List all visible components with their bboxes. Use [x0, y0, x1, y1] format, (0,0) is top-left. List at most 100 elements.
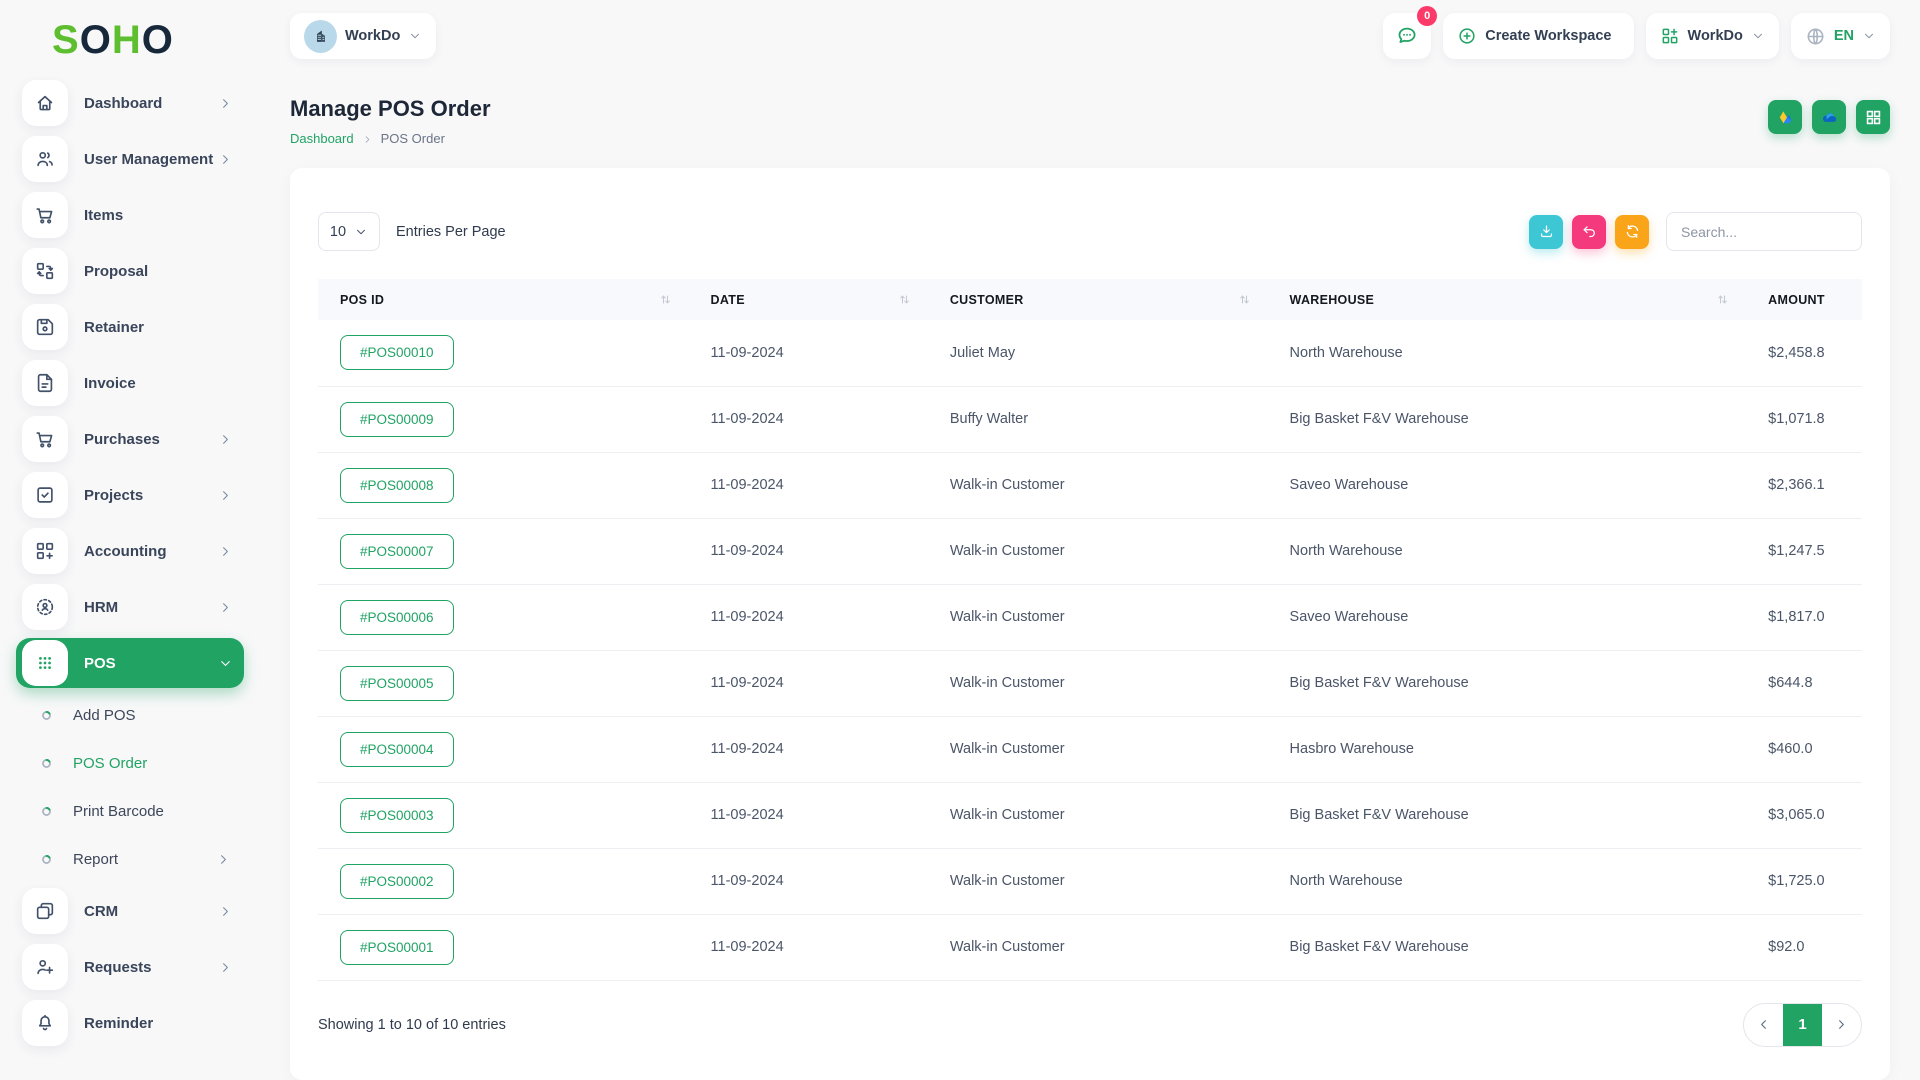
column-header-label: POS ID: [340, 292, 385, 307]
column-header-amount[interactable]: AMOUNT: [1746, 279, 1862, 320]
date-cell: 11-09-2024: [688, 848, 928, 915]
column-header-warehouse[interactable]: WAREHOUSE: [1267, 279, 1747, 320]
pos-id-link[interactable]: #POS00001: [340, 929, 454, 965]
search-input[interactable]: [1666, 212, 1862, 251]
warehouse-cell: North Warehouse: [1267, 518, 1747, 585]
column-header-pos-id[interactable]: POS ID: [318, 279, 689, 320]
sidebar-item-label: HRM: [84, 598, 119, 616]
apps-grid-white-button[interactable]: [1856, 100, 1890, 134]
pos-id-cell: #POS00009: [318, 386, 689, 453]
bullet-icon: [40, 757, 53, 770]
customer-cell: Walk-in Customer: [927, 782, 1268, 849]
sidebar-item-projects[interactable]: Projects: [16, 470, 244, 520]
pos-id-link[interactable]: #POS00009: [340, 401, 454, 437]
sidebar-nav: Dashboard User Management Items Proposal…: [16, 78, 244, 1054]
sidebar-item-accounting[interactable]: Accounting: [16, 526, 244, 576]
app-root: SOHO Dashboard User Management Items Pro…: [0, 0, 1920, 1080]
sidebar-item-pos[interactable]: POS: [16, 638, 244, 688]
chevron-right-icon: [218, 903, 234, 919]
sidebar-item-label: POS Order: [73, 754, 148, 772]
sidebar-item-proposal[interactable]: Proposal: [16, 246, 244, 296]
accounting-icon: [22, 528, 68, 574]
table-row: #POS00001 11-09-2024 Walk-in Customer Bi…: [318, 914, 1862, 981]
table-body: #POS00010 11-09-2024 Juliet May North Wa…: [318, 320, 1862, 981]
pos-id-link[interactable]: #POS00010: [340, 335, 454, 371]
apps-menu-button[interactable]: WorkDo: [1645, 13, 1779, 59]
google-drive-button[interactable]: [1768, 100, 1802, 134]
sidebar: SOHO Dashboard User Management Items Pro…: [0, 0, 260, 1080]
pos-id-link[interactable]: #POS00004: [340, 731, 454, 767]
sidebar-item-purchases[interactable]: Purchases: [16, 414, 244, 464]
pos-id-link[interactable]: #POS00005: [340, 665, 454, 701]
sidebar-item-label: Projects: [84, 486, 144, 504]
next-page-button[interactable]: [1822, 1004, 1861, 1046]
sidebar-item-invoice[interactable]: Invoice: [16, 358, 244, 408]
undo-button[interactable]: [1572, 214, 1606, 249]
plus-circle-icon: [1457, 26, 1477, 46]
sort-icon[interactable]: [897, 292, 912, 307]
sidebar-item-retainer[interactable]: Retainer: [16, 302, 244, 352]
pos-id-link[interactable]: #POS00006: [340, 599, 454, 635]
sidebar-item-label: Dashboard: [84, 94, 163, 112]
onedrive-icon: [1820, 108, 1839, 127]
sidebar-item-requests[interactable]: Requests: [16, 942, 244, 992]
soho-logo[interactable]: SOHO: [16, 14, 244, 78]
sidebar-item-items[interactable]: Items: [16, 190, 244, 240]
chevron-down-icon: [1862, 29, 1876, 43]
column-header-date[interactable]: DATE: [688, 279, 928, 320]
download-icon: [1538, 223, 1555, 240]
messages-button[interactable]: 0: [1383, 6, 1438, 59]
download-button[interactable]: [1529, 214, 1563, 249]
sort-icon[interactable]: [1237, 292, 1252, 307]
sidebar-item-reminder[interactable]: Reminder: [16, 998, 244, 1048]
pos-id-link[interactable]: #POS00007: [340, 533, 454, 569]
table-row: #POS00010 11-09-2024 Juliet May North Wa…: [318, 320, 1862, 387]
sidebar-item-label: Invoice: [84, 374, 136, 392]
entries-per-page-select[interactable]: 10: [318, 212, 380, 251]
date-cell: 11-09-2024: [688, 584, 928, 651]
sidebar-item-label: CRM: [84, 902, 119, 920]
workspace-selector[interactable]: WorkDo: [290, 13, 437, 59]
retainer-icon: [22, 304, 68, 350]
warehouse-cell: Saveo Warehouse: [1267, 452, 1747, 519]
sidebar-item-add-pos[interactable]: Add POS: [16, 694, 244, 736]
onedrive-button[interactable]: [1812, 100, 1846, 134]
quick-actions: [1768, 100, 1890, 134]
page-1-button[interactable]: 1: [1783, 1003, 1822, 1046]
sidebar-item-user-management[interactable]: User Management: [16, 134, 244, 184]
column-header-customer[interactable]: CUSTOMER: [927, 279, 1268, 320]
sidebar-item-hrm[interactable]: HRM: [16, 582, 244, 632]
amount-cell: $2,458.8: [1746, 320, 1862, 387]
table-header: POS ID DATE CUSTOMER WAREHOUSE AMOUNT: [318, 279, 1862, 320]
apps-grid-white-icon: [1864, 108, 1883, 127]
sidebar-item-print-barcode[interactable]: Print Barcode: [16, 790, 244, 832]
create-workspace-label: Create Workspace: [1485, 28, 1612, 44]
sidebar-item-crm[interactable]: CRM: [16, 886, 244, 936]
pos-id-link[interactable]: #POS00002: [340, 863, 454, 899]
table-row: #POS00006 11-09-2024 Walk-in Customer Sa…: [318, 584, 1862, 651]
column-header-label: DATE: [710, 292, 745, 307]
pos-id-cell: #POS00010: [318, 320, 689, 387]
sidebar-item-report[interactable]: Report: [16, 838, 244, 880]
pos-id-link[interactable]: #POS00008: [340, 467, 454, 503]
sort-icon[interactable]: [658, 292, 673, 307]
sidebar-item-pos-order[interactable]: POS Order: [16, 742, 244, 784]
sidebar-item-dashboard[interactable]: Dashboard: [16, 78, 244, 128]
customer-cell: Walk-in Customer: [927, 584, 1268, 651]
projects-icon: [22, 472, 68, 518]
breadcrumb-dashboard-link[interactable]: Dashboard: [290, 131, 354, 146]
amount-cell: $1,247.5: [1746, 518, 1862, 585]
sidebar-item-label: User Management: [84, 150, 214, 168]
customer-cell: Walk-in Customer: [927, 914, 1268, 981]
create-workspace-button[interactable]: Create Workspace: [1443, 13, 1634, 59]
refresh-button[interactable]: [1615, 214, 1649, 249]
table-row: #POS00008 11-09-2024 Walk-in Customer Sa…: [318, 452, 1862, 519]
previous-page-button[interactable]: [1744, 1004, 1783, 1046]
sort-icon[interactable]: [1715, 292, 1730, 307]
amount-cell: $644.8: [1746, 650, 1862, 717]
undo-icon: [1581, 223, 1598, 240]
language-selector[interactable]: EN: [1790, 13, 1890, 59]
chevron-down-icon: [218, 655, 234, 671]
pos-id-link[interactable]: #POS00003: [340, 797, 454, 833]
warehouse-cell: North Warehouse: [1267, 320, 1747, 387]
